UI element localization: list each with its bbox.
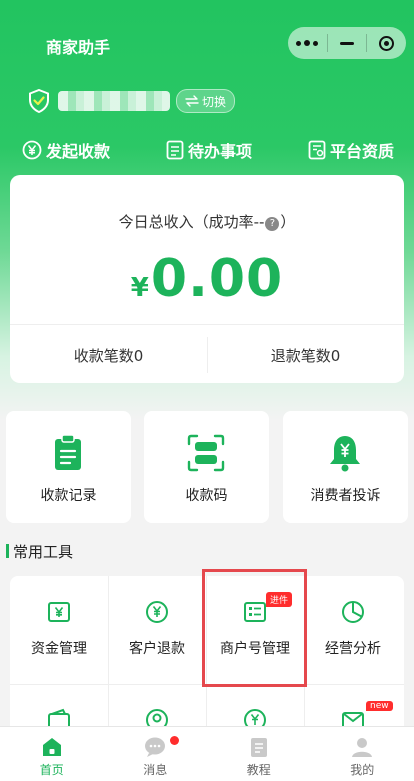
merchant-selector: 切换	[28, 88, 235, 114]
tab-profile[interactable]: 我的	[311, 727, 414, 781]
payment-records-tile[interactable]: 收款记录	[6, 411, 131, 523]
consumer-complaint-tile[interactable]: 消费者投诉	[283, 411, 408, 523]
more-dots-icon	[296, 40, 318, 46]
section-title: 常用工具	[6, 542, 73, 560]
refunds-count[interactable]: 退款笔数0	[207, 345, 404, 366]
shield-check-icon	[28, 89, 50, 113]
income-amount: ¥0.00	[10, 249, 404, 309]
receipts-count[interactable]: 收款笔数0	[10, 345, 207, 366]
todo-list-icon	[166, 140, 184, 160]
target-circle-icon	[379, 36, 394, 51]
scan-code-icon	[186, 433, 226, 473]
book-icon	[247, 735, 271, 759]
payment-records-label: 收款记录	[6, 485, 131, 505]
start-payment-label: 发起收款	[46, 138, 110, 162]
feature-tiles: 收款记录 收款码 消费者投诉	[6, 411, 408, 523]
pie-chart-icon	[341, 600, 365, 624]
app-title: 商家助手	[46, 34, 110, 58]
chat-icon	[143, 735, 167, 759]
income-title-close: ）	[280, 213, 295, 231]
switch-merchant-button[interactable]: 切换	[176, 89, 235, 113]
consumer-complaint-label: 消费者投诉	[283, 485, 408, 505]
merchant-name-redacted	[58, 91, 170, 111]
platform-qualification-button[interactable]: 平台资质	[308, 138, 394, 162]
tab-messages-label: 消息	[143, 761, 167, 778]
business-analysis-label: 经营分析	[304, 638, 402, 658]
income-title-text: 今日总收入（成功率--	[119, 213, 265, 231]
person-icon	[350, 735, 374, 759]
highlight-box	[202, 569, 307, 687]
certificate-icon	[308, 140, 326, 160]
minus-icon	[340, 42, 354, 45]
platform-qualification-label: 平台资质	[330, 138, 394, 162]
start-payment-button[interactable]: 发起收款	[22, 138, 110, 162]
payment-code-label: 收款码	[144, 485, 269, 505]
more-menu-button[interactable]	[288, 27, 327, 59]
close-program-button[interactable]	[367, 27, 406, 59]
bottom-tab-bar: 首页 消息 教程 我的	[0, 726, 414, 781]
currency-symbol: ¥	[131, 273, 149, 303]
payment-code-tile[interactable]: 收款码	[144, 411, 269, 523]
tab-home[interactable]: 首页	[0, 727, 104, 781]
mini-program-capsule	[288, 27, 406, 59]
help-icon[interactable]: ?	[265, 217, 279, 231]
message-unread-dot	[170, 736, 179, 745]
home-icon	[40, 735, 64, 759]
yen-square-icon	[47, 600, 71, 624]
bell-yen-icon	[325, 433, 365, 473]
yen-circle-icon	[145, 600, 169, 624]
yen-circle-icon	[22, 140, 42, 160]
income-card: 今日总收入（成功率--?） ¥0.00 收款笔数0 退款笔数0	[10, 175, 404, 383]
todo-label: 待办事项	[188, 138, 252, 162]
switch-label: 切换	[202, 93, 226, 110]
tab-profile-label: 我的	[350, 761, 374, 778]
todo-button[interactable]: 待办事项	[166, 138, 252, 162]
section-title-text: 常用工具	[13, 541, 73, 562]
swap-arrows-icon	[185, 95, 199, 107]
income-title: 今日总收入（成功率--?）	[10, 211, 404, 232]
customer-refund-item[interactable]: 客户退款	[108, 576, 206, 684]
minimize-button[interactable]	[328, 27, 367, 59]
amount-value: 0.00	[151, 249, 283, 309]
customer-refund-label: 客户退款	[108, 638, 206, 658]
tab-tutorial-label: 教程	[247, 761, 271, 778]
tab-tutorial[interactable]: 教程	[207, 727, 311, 781]
new-badge: new	[366, 701, 393, 711]
business-analysis-item[interactable]: 经营分析	[304, 576, 402, 684]
fund-management-item[interactable]: 资金管理	[10, 576, 108, 684]
tab-home-label: 首页	[40, 761, 64, 778]
tab-messages[interactable]: 消息	[104, 727, 208, 781]
clipboard-icon	[48, 433, 88, 473]
fund-management-label: 资金管理	[10, 638, 108, 658]
